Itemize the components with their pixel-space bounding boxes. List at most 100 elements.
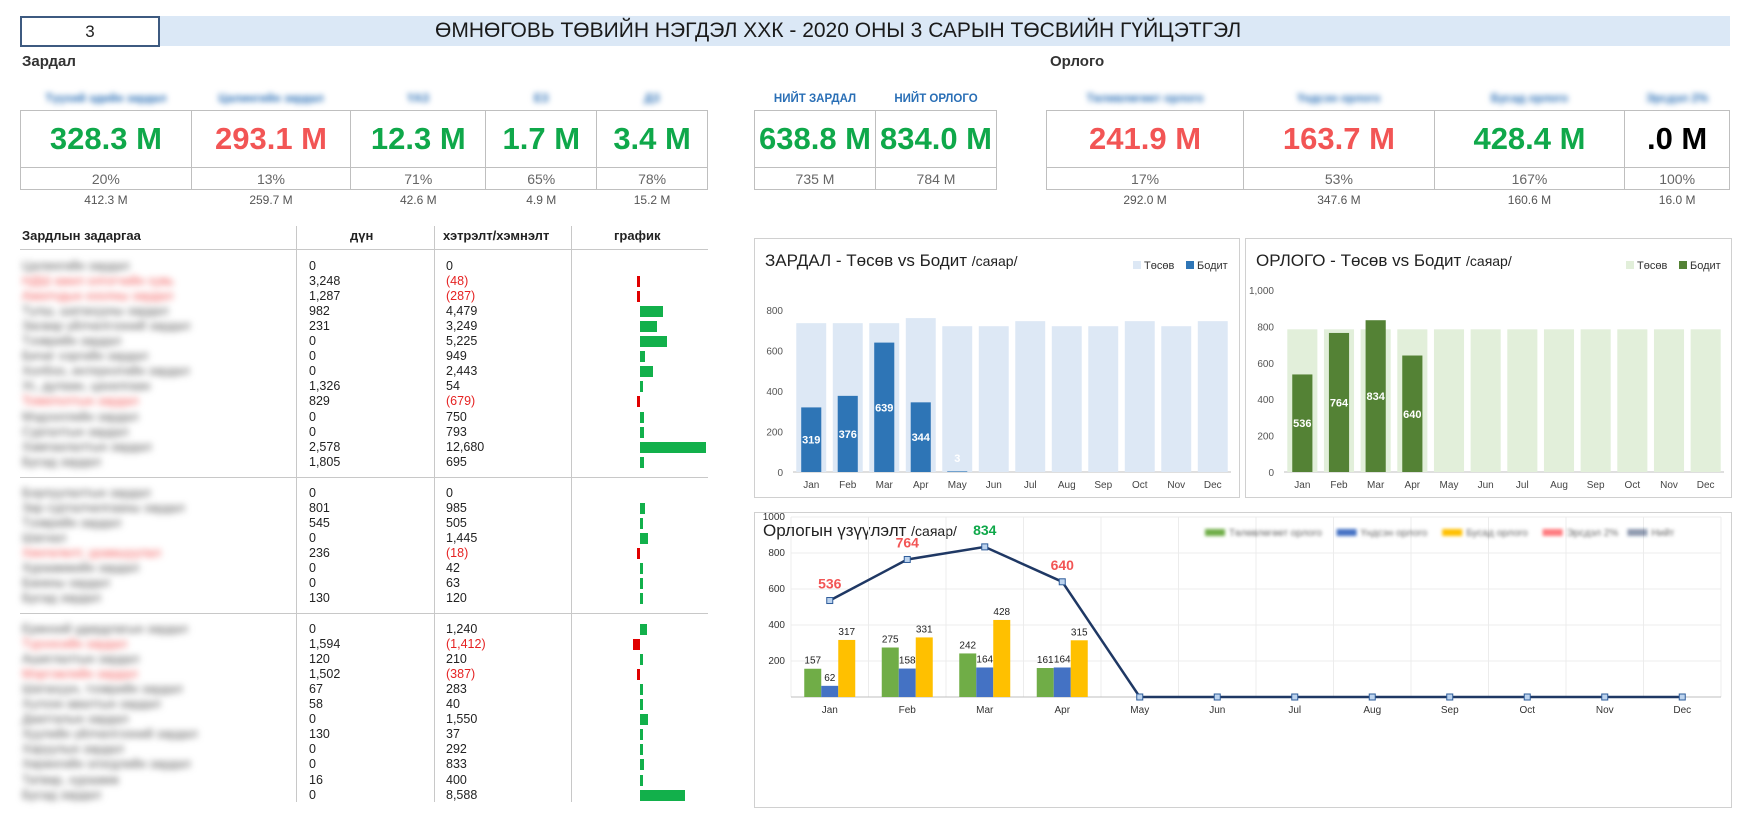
inc-card-pct: 53% bbox=[1243, 167, 1435, 190]
detail-row-amount: 0 bbox=[309, 788, 316, 802]
income-kpi-table: Төлөвлөгөөт орлого Үндсэн орлого Бусад орл… bbox=[1045, 88, 1730, 209]
legend-actual-swatch bbox=[1679, 261, 1687, 269]
y-tick-label: 0 bbox=[1268, 468, 1274, 479]
budget-bar bbox=[1507, 329, 1538, 472]
indicator-bar bbox=[804, 668, 822, 697]
indicator-bar-label: 315 bbox=[1071, 627, 1088, 638]
detail-row-name: Тээврийн зардал bbox=[22, 516, 122, 530]
indicator-bar-label: 157 bbox=[804, 656, 821, 667]
inc-card-pct: 17% bbox=[1045, 167, 1245, 190]
total-card-value: 834.0 M bbox=[875, 110, 997, 168]
detail-header-amount: дүн bbox=[350, 228, 374, 243]
y-tick-label: 1000 bbox=[763, 513, 786, 523]
total-card-value: 638.8 M bbox=[754, 110, 876, 168]
detail-row-name: Томилолтын зардал bbox=[22, 394, 139, 408]
detail-row-bar-positive bbox=[640, 457, 644, 468]
detail-row-name: Харуулын зардал bbox=[22, 742, 124, 756]
detail-row-variance: 400 bbox=[446, 773, 467, 787]
legend-actual-label: Бодит bbox=[1690, 260, 1721, 272]
detail-row-name: Ашиглалтын зардал bbox=[22, 652, 140, 666]
detail-row-variance: (48) bbox=[446, 274, 469, 288]
detail-row-name: НДШ ажил олгогчийн хувь bbox=[22, 274, 174, 288]
exp-card-value: 328.3 M bbox=[20, 110, 192, 168]
x-tick-label: Jan bbox=[803, 480, 819, 491]
y-tick-label: 800 bbox=[768, 548, 785, 559]
detail-row-variance: (287) bbox=[446, 289, 476, 303]
total-line-label: 640 bbox=[1051, 557, 1075, 573]
detail-row-name: Даатгалын зардал bbox=[22, 712, 129, 726]
x-tick-label: Mar bbox=[876, 480, 894, 491]
legend-actual-label: Бодит bbox=[1197, 260, 1228, 272]
expense-kpi-table: Түүхий эдийн зардал Цалингийн зардал ҮАЗ ЕЗ… bbox=[20, 88, 708, 209]
detail-row-amount: 0 bbox=[309, 531, 316, 545]
detail-row-variance: 1,240 bbox=[446, 622, 478, 636]
detail-row-variance: 54 bbox=[446, 379, 460, 393]
total-line-label: 764 bbox=[896, 534, 920, 550]
detail-row-bar-negative bbox=[632, 639, 640, 650]
y-tick-label: 0 bbox=[777, 468, 783, 479]
detail-row-name: Шагнал bbox=[22, 531, 67, 545]
legend-swatch bbox=[1336, 529, 1357, 536]
detail-row-amount: 0 bbox=[309, 742, 316, 756]
x-tick-label: May bbox=[1440, 480, 1459, 491]
exp-card-header: ЕЗ bbox=[533, 93, 549, 105]
exp-card-base: 259.7 M bbox=[249, 192, 293, 207]
exp-card-base: 42.6 M bbox=[399, 192, 437, 207]
detail-row-variance: 1,445 bbox=[446, 531, 478, 545]
indicator-bar-label: 62 bbox=[824, 673, 836, 684]
detail-row-name: Цалингийн зардал bbox=[22, 259, 130, 273]
detail-row-name: Ус, дулаан, цахилгаан bbox=[22, 379, 151, 393]
indicator-bar bbox=[821, 685, 839, 697]
detail-row-name: Хөнгөлөлт, урамшуулал bbox=[22, 546, 161, 560]
detail-row-bar-positive bbox=[640, 518, 643, 529]
detail-row-amount: 16 bbox=[309, 773, 323, 787]
detail-row-bar-positive bbox=[640, 578, 643, 589]
detail-row-bar-negative bbox=[637, 291, 640, 302]
detail-row-name: Хөрөнгийн элэгдлийн зардал bbox=[22, 757, 191, 771]
y-tick-label: 400 bbox=[1257, 395, 1274, 406]
detail-row-bar-positive bbox=[640, 684, 643, 695]
detail-row-variance: 505 bbox=[446, 516, 467, 530]
total-line-marker bbox=[1213, 693, 1221, 701]
inc-card-value: 241.9 M bbox=[1045, 110, 1245, 168]
detail-row-bar-positive bbox=[640, 624, 647, 635]
detail-row-variance: 12,680 bbox=[446, 440, 485, 454]
detail-row-amount: 0 bbox=[309, 561, 316, 575]
detail-row-amount: 0 bbox=[309, 486, 316, 500]
indicator-bar-label: 275 bbox=[882, 635, 899, 646]
inc-card-header: Төлөвлөгөөт орлого bbox=[1086, 93, 1204, 105]
inc-card-value: 428.4 M bbox=[1433, 110, 1626, 168]
detail-row-name: Түрээсийн зардал bbox=[22, 637, 128, 651]
inc-card-header: Эрсдэл 2% bbox=[1646, 93, 1709, 105]
x-tick-label: Aug bbox=[1550, 480, 1568, 491]
y-tick-label: 800 bbox=[1257, 322, 1274, 333]
inc-card-value: 163.7 M bbox=[1243, 110, 1435, 168]
indicator-bar-label: 158 bbox=[899, 656, 916, 667]
total-card-header: НИЙТ ЗАРДАЛ bbox=[773, 93, 857, 105]
x-tick-label: Jul bbox=[1288, 705, 1301, 716]
legend-budget-swatch bbox=[1626, 261, 1634, 269]
indicator-bar-label: 428 bbox=[993, 607, 1010, 618]
x-tick-label: Mar bbox=[1367, 480, 1385, 491]
actual-data-label: 639 bbox=[875, 402, 893, 414]
x-tick-label: Jun bbox=[986, 480, 1002, 491]
exp-card-value: 12.3 M bbox=[350, 110, 487, 168]
x-tick-label: Dec bbox=[1673, 705, 1691, 716]
detail-row-variance: (18) bbox=[446, 546, 469, 560]
indicator-bar bbox=[838, 639, 856, 697]
detail-row-bar-positive bbox=[640, 306, 664, 317]
x-tick-label: Jul bbox=[1024, 480, 1037, 491]
detail-header-chart: график bbox=[614, 228, 661, 243]
detail-row-amount: 982 bbox=[309, 304, 330, 318]
y-tick-label: 200 bbox=[766, 428, 783, 439]
legend-label: Үндсэн орлого bbox=[1361, 528, 1428, 539]
detail-row-bar-positive bbox=[640, 427, 645, 438]
actual-data-label: 376 bbox=[839, 429, 857, 441]
budget-bar bbox=[1161, 326, 1192, 472]
detail-row-variance: (387) bbox=[446, 667, 476, 681]
month-selector[interactable]: 3 bbox=[20, 16, 160, 47]
detail-group-divider bbox=[20, 477, 708, 478]
indicator-bar bbox=[976, 667, 994, 697]
budget-bar bbox=[1617, 329, 1648, 472]
detail-row-variance: 750 bbox=[446, 410, 467, 424]
